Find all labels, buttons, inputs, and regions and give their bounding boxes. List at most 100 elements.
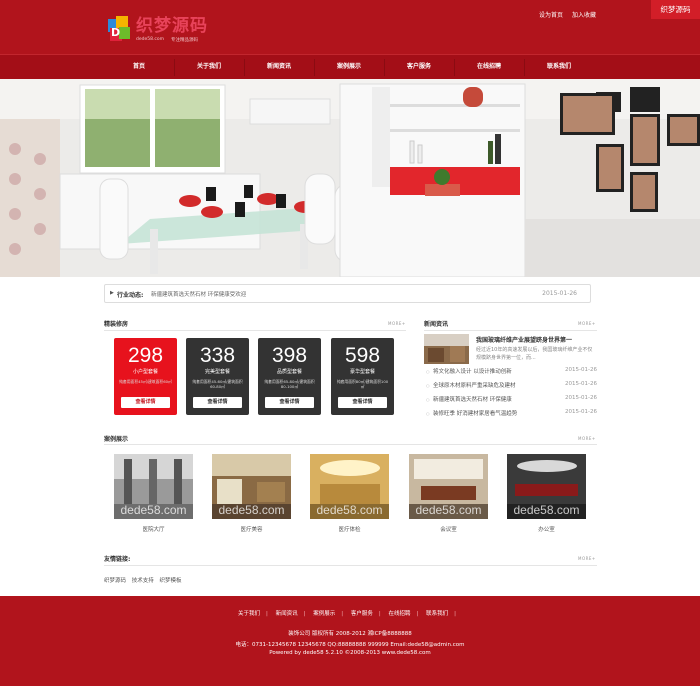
case-label[interactable]: 办公室	[507, 525, 586, 533]
package-desc: 纯套用面积45-60㎡/建筑面积60-80㎡	[192, 379, 243, 389]
nav-item-jobs[interactable]: 在线招聘	[454, 55, 524, 80]
case-watermark: dede58.com	[415, 503, 482, 517]
case-label[interactable]: 医疗体检	[310, 525, 389, 533]
featured-news-title[interactable]: 我国玻璃纤维产业展望跻身世界第一	[476, 335, 572, 344]
footer-link-news[interactable]: 新闻资讯	[276, 611, 298, 617]
news-title: 新闻资讯	[424, 321, 449, 328]
top-links: 设为首页 加入收藏	[539, 10, 603, 19]
section-divider	[104, 444, 597, 445]
package-price: 598	[344, 344, 381, 367]
main-nav: 首页 关于我们 新闻资讯 案例展示 客户服务 在线招聘 联系我们	[0, 54, 700, 79]
package-price: 338	[199, 344, 236, 367]
friend-link[interactable]: 技术支持	[132, 578, 154, 584]
footer-sep: |	[341, 611, 344, 617]
package-details-button[interactable]: 查看详情	[265, 397, 314, 408]
news-item-title[interactable]: 全球原木材原料严重采缺危及建材	[433, 381, 516, 389]
case-watermark: dede58.com	[316, 503, 383, 517]
cases-title: 案例展示	[104, 436, 129, 443]
package-desc: 纯套用面积80㎡/建筑面积100㎡	[336, 379, 389, 389]
site-header: D 织梦源码 dede58.com 专注精品源码 设为首页 加入收藏 织梦源码	[0, 0, 700, 54]
case-image[interactable]: dede58.com	[114, 454, 193, 519]
cases-more-link[interactable]: MORE+	[578, 436, 596, 441]
footer-link-jobs[interactable]: 在线招聘	[389, 611, 411, 617]
packages-more-link[interactable]: MORE+	[388, 321, 406, 326]
footer-sep: |	[416, 611, 419, 617]
ticker-label: 行业动态:	[117, 292, 144, 299]
bullet-icon: ○	[426, 397, 430, 402]
news-item-title[interactable]: 将文化融入设计 以设计推动创新	[433, 367, 512, 375]
nav-item-home[interactable]: 首页	[104, 55, 174, 80]
footer-sep: |	[454, 611, 456, 617]
package-price: 298	[127, 344, 164, 367]
friend-link[interactable]: 织梦模板	[160, 578, 182, 584]
svg-text:D: D	[111, 26, 120, 39]
set-homepage-link[interactable]: 设为首页	[539, 12, 563, 19]
package-card: 338 完美型套餐 纯套用面积45-60㎡/建筑面积60-80㎡ 查看详情	[186, 338, 249, 415]
add-favorite-link[interactable]: 加入收藏	[572, 12, 596, 19]
news-image	[424, 334, 469, 364]
package-details-button[interactable]: 查看详情	[338, 397, 387, 408]
news-item-date: 2015-01-26	[565, 367, 597, 373]
footer-copyright: 装饰公司 版权所有 2008-2012 湘ICP备8888888	[288, 631, 412, 637]
package-name: 品质型套餐	[276, 369, 302, 375]
friend-link[interactable]: 织梦源码	[104, 578, 126, 584]
footer-link-about[interactable]: 关于我们	[238, 611, 260, 617]
bullet-icon: ○	[426, 369, 430, 374]
nav-item-service[interactable]: 客户服务	[384, 55, 454, 80]
package-card: 598 豪华型套餐 纯套用面积80㎡/建筑面积100㎡ 查看详情	[331, 338, 394, 415]
case-image[interactable]: dede58.com	[409, 454, 488, 519]
package-name: 完美型套餐	[204, 369, 230, 375]
hero-banner	[0, 79, 700, 277]
section-divider	[424, 330, 597, 331]
nav-item-about[interactable]: 关于我们	[174, 55, 244, 80]
bullet-icon: ○	[426, 411, 430, 416]
package-details-button[interactable]: 查看详情	[193, 397, 242, 408]
footer-link-cases[interactable]: 案例展示	[313, 611, 335, 617]
news-thumbnail[interactable]	[424, 334, 469, 364]
news-more-link[interactable]: MORE+	[578, 321, 596, 326]
case-image[interactable]: dede58.com	[507, 454, 586, 519]
footer-sep: |	[266, 611, 268, 617]
kitchen-image	[0, 79, 700, 277]
news-list-item[interactable]: ○ 装修旺季 好消建材家居看气温趋势 2015-01-26	[424, 409, 597, 423]
news-list-item[interactable]: ○ 全球原木材原料严重采缺危及建材 2015-01-26	[424, 381, 597, 395]
footer-link-contact[interactable]: 联系我们	[426, 611, 448, 617]
section-divider	[104, 565, 597, 566]
site-logo[interactable]: D 织梦源码 dede58.com 专注精品源码	[107, 16, 227, 46]
case-watermark: dede58.com	[120, 503, 187, 517]
case-label[interactable]: 会议室	[409, 525, 488, 533]
nav-item-news[interactable]: 新闻资讯	[244, 55, 314, 80]
case-watermark: dede58.com	[218, 503, 285, 517]
case-watermark: dede58.com	[513, 503, 580, 517]
links-more-link[interactable]: MORE+	[578, 556, 596, 561]
logo-text: 织梦源码	[136, 16, 208, 36]
news-item-title[interactable]: 装修旺季 好消建材家居看气温趋势	[433, 409, 517, 417]
section-divider	[104, 330, 406, 331]
package-price: 398	[271, 344, 308, 367]
news-item-title[interactable]: 新疆建筑首选天然石材 环保健康	[433, 395, 512, 403]
case-label[interactable]: 医院大厅	[114, 525, 193, 533]
package-card: 298 小户型套餐 纯套用面积45㎡/建筑面积60㎡ 查看详情	[114, 338, 177, 415]
nav-item-cases[interactable]: 案例展示	[314, 55, 384, 80]
friend-links: 织梦源码 技术支持 织梦模板	[104, 576, 186, 584]
news-list-item[interactable]: ○ 将文化融入设计 以设计推动创新 2015-01-26	[424, 367, 597, 381]
links-title: 友情链接:	[104, 556, 131, 563]
package-desc: 纯套用面积65-80㎡/建筑面积80-100㎡	[264, 379, 315, 389]
footer-sep: |	[378, 611, 381, 617]
news-item-date: 2015-01-26	[565, 381, 597, 387]
corner-badge[interactable]: 织梦源码	[651, 0, 700, 19]
featured-news-summary: 经过近10年的高速发展以后，我国玻璃纤维产业不仅规模跻身世界第一位，而...	[476, 347, 593, 361]
nav-item-contact[interactable]: 联系我们	[524, 55, 594, 80]
package-details-button[interactable]: 查看详情	[121, 397, 170, 408]
ticker-text[interactable]: 新疆建筑首选天然石材 环保健康受欢迎	[151, 290, 246, 298]
site-footer: 关于我们 | 新闻资讯 | 案例展示 | 客户服务 | 在线招聘 | 联系我们 | 装饰公司…	[0, 596, 700, 686]
case-image[interactable]: dede58.com	[310, 454, 389, 519]
case-label[interactable]: 医疗美容	[212, 525, 291, 533]
case-image[interactable]: dede58.com	[212, 454, 291, 519]
footer-nav: 关于我们 | 新闻资讯 | 案例展示 | 客户服务 | 在线招聘 | 联系我们 |	[0, 609, 700, 617]
footer-sep: |	[303, 611, 306, 617]
logo-mark-icon: D	[108, 16, 130, 41]
footer-link-service[interactable]: 客户服务	[351, 611, 373, 617]
ticker-arrow-icon: ▶	[110, 290, 114, 296]
news-list-item[interactable]: ○ 新疆建筑首选天然石材 环保健康 2015-01-26	[424, 395, 597, 409]
